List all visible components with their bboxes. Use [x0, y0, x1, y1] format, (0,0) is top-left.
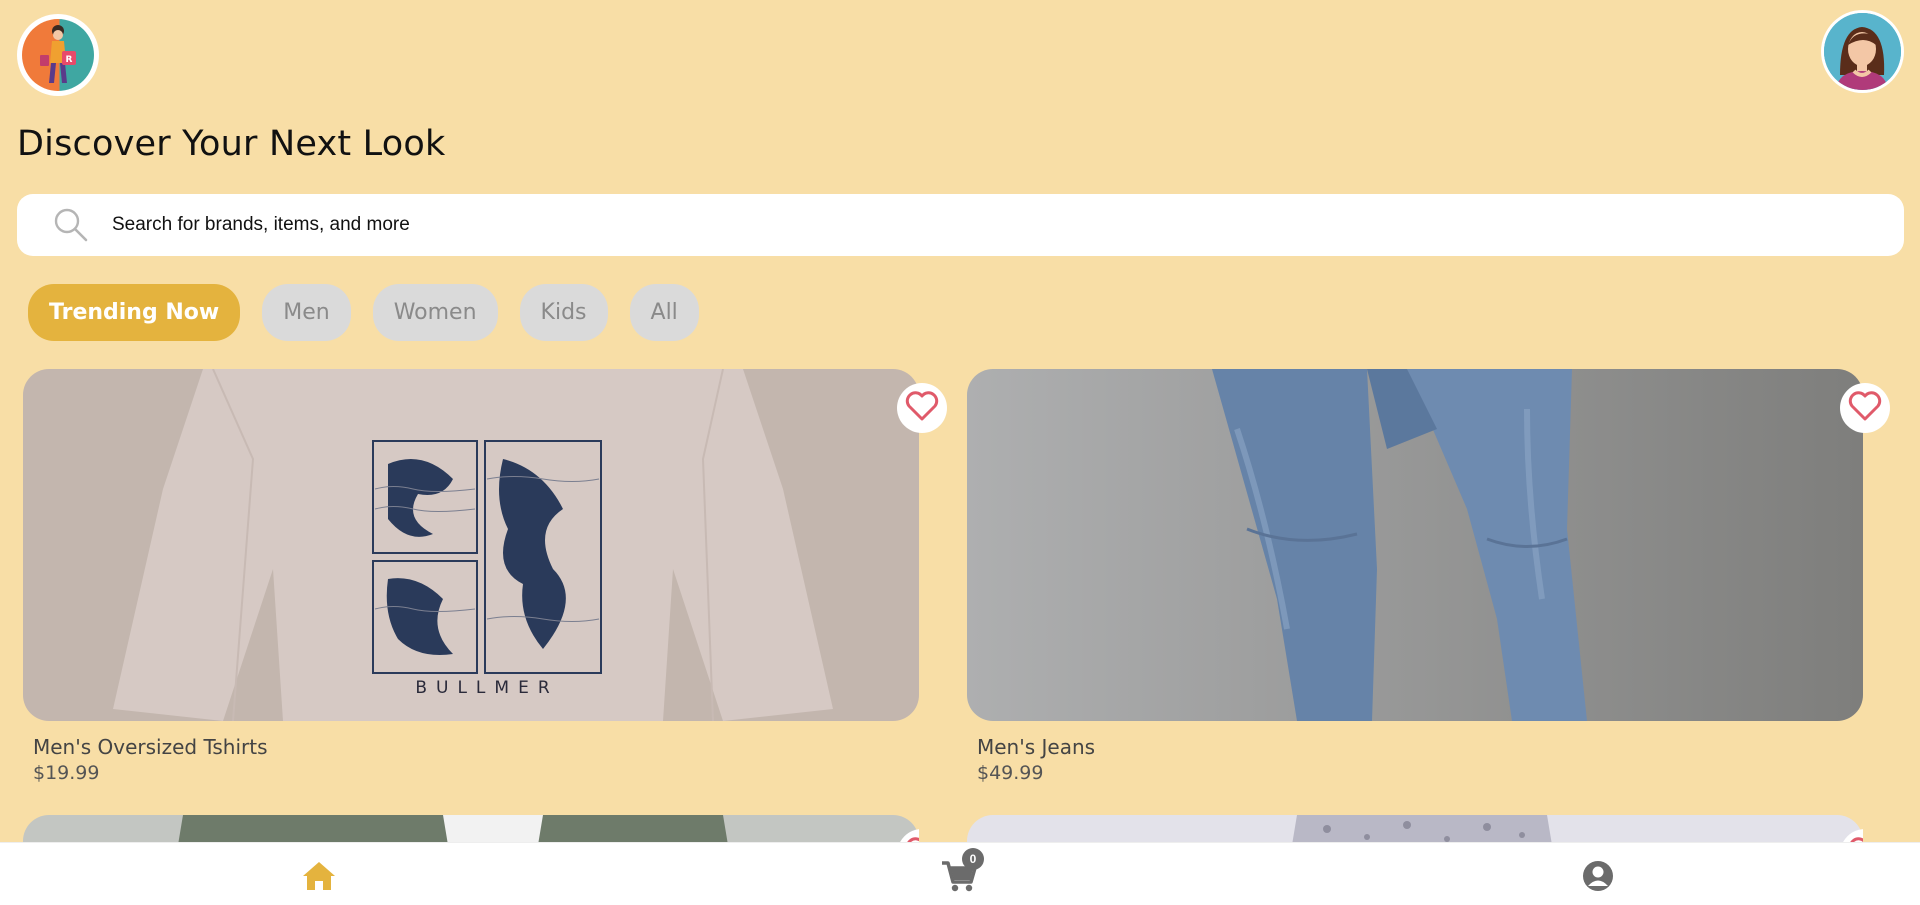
search-icon [53, 203, 97, 247]
avatar-woman-illustration [1824, 13, 1901, 90]
chip-trending-now[interactable]: Trending Now [28, 284, 241, 341]
product-image[interactable] [967, 815, 1863, 842]
product-name: Men's Jeans [977, 735, 1096, 759]
product-price: $49.99 [977, 762, 1044, 784]
logo-shopper-illustration: R [40, 25, 76, 83]
product-name: Men's Oversized Tshirts [33, 735, 268, 759]
favorite-button[interactable] [897, 383, 947, 433]
product-card[interactable] [23, 815, 919, 842]
jeans-photo [967, 369, 1863, 721]
bottom-nav [0, 842, 1920, 905]
category-filter-bar: Trending Now Men Women Kids All [28, 284, 699, 341]
chip-women[interactable]: Women [372, 284, 498, 341]
search-input[interactable] [112, 214, 1904, 236]
cart-count-badge: 0 [962, 848, 984, 870]
page-title: Discover Your Next Look [17, 124, 446, 164]
favorite-button[interactable] [1840, 383, 1890, 433]
app-logo[interactable]: R [17, 14, 99, 96]
home-icon[interactable] [301, 859, 337, 893]
product-card[interactable] [967, 815, 1863, 842]
chip-kids[interactable]: Kids [519, 284, 608, 341]
product-image[interactable]: BULLMER [23, 369, 919, 721]
heart-icon [905, 390, 939, 426]
svg-text:BULLMER: BULLMER [415, 678, 558, 698]
product-card[interactable]: BULLMER Men's Oversized Tshirts $19.99 [23, 369, 947, 784]
tshirt-photo: BULLMER [23, 369, 919, 721]
chip-all[interactable]: All [629, 284, 699, 341]
product-price: $19.99 [33, 762, 100, 784]
search-bar[interactable] [17, 194, 1904, 256]
chip-men[interactable]: Men [262, 284, 351, 341]
product-image[interactable] [23, 815, 919, 842]
profile-avatar[interactable] [1821, 10, 1904, 93]
svg-text:R: R [66, 55, 73, 65]
product-card[interactable]: Men's Jeans $49.99 [967, 369, 1890, 784]
heart-icon [1848, 390, 1882, 426]
dress-photo [967, 815, 1863, 842]
jacket-photo [23, 815, 919, 842]
user-circle-icon[interactable] [1581, 859, 1617, 893]
product-image[interactable] [967, 369, 1863, 721]
